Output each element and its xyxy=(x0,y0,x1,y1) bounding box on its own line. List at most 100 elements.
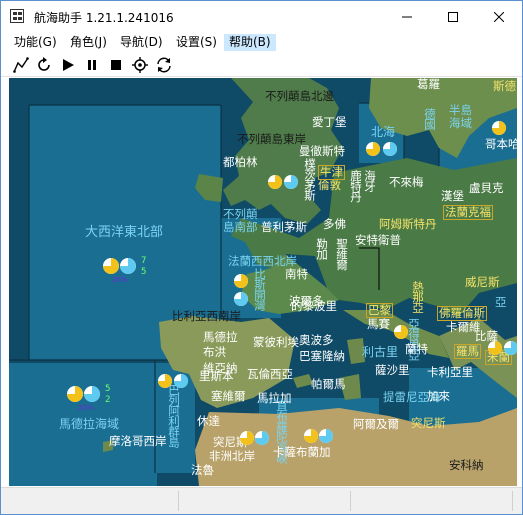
port-north-africa: 卡薩布蘭加 xyxy=(273,445,331,459)
port-dublin: 都柏林 xyxy=(223,155,258,169)
port-goteborg: 葛羅 xyxy=(417,78,440,91)
status-cell-2 xyxy=(181,491,351,511)
port-madeira: 摩洛哥西岸 xyxy=(109,434,167,448)
port-hague: 海牙 xyxy=(363,170,377,191)
port-palma: 帕爾馬 xyxy=(311,377,346,391)
port-le-havre: 勒加 xyxy=(315,238,329,259)
port-plymouth: 普利茅斯 xyxy=(261,220,307,234)
refresh-icon[interactable] xyxy=(34,55,54,75)
area-ligurian: 利古里 xyxy=(362,345,399,359)
close-icon xyxy=(494,11,504,22)
port-porto: 維亞納 xyxy=(203,361,238,375)
port-viana: 布洪 xyxy=(203,345,226,359)
port-frankfurt: 法蘭克福 xyxy=(443,205,493,220)
port-naples: 加來 xyxy=(427,389,450,403)
menu-navigation[interactable]: 导航(D) xyxy=(115,34,168,51)
gauge-madeira-pct: 20% xyxy=(78,404,94,412)
app-window: 航海助手 1.21.1.241016 功能(G) 角色(J) 导航(D) 设置(… xyxy=(0,0,523,515)
port-saint: 的黎波里 xyxy=(291,299,337,313)
port-ceuta: 突尼斯 xyxy=(213,435,248,449)
area-balearic: 巴列阿利群島 xyxy=(167,384,181,447)
minimize-button[interactable] xyxy=(384,1,430,32)
status-bar xyxy=(1,487,522,514)
port-amsterdam: 阿姆斯特丹 xyxy=(379,217,437,231)
menu-character[interactable]: 角色(J) xyxy=(65,34,112,51)
window-title: 航海助手 1.21.1.241016 xyxy=(34,11,174,25)
status-cell-3 xyxy=(353,491,513,511)
gauge-ne-atlantic-top: 7 xyxy=(141,256,147,266)
port-buhon: 馬德拉 xyxy=(203,330,238,344)
port-tunis: 突尼斯 xyxy=(411,416,446,430)
area-east-med: 亞 xyxy=(495,295,507,309)
area-iberia-west: 比利亞西南岸 xyxy=(172,309,241,323)
play-icon[interactable] xyxy=(58,55,78,75)
port-calvi: 蘭特 xyxy=(405,342,428,356)
port-milan: 米蘭 xyxy=(485,350,512,365)
port-genoa: 熱那亞 xyxy=(411,281,425,313)
area-biscay-south: 比斯開灣 xyxy=(253,268,267,310)
port-tripoli: 安科納 xyxy=(449,458,484,472)
area-britain-north: 不列顛島北邊 xyxy=(265,89,334,103)
maximize-button[interactable] xyxy=(430,1,476,32)
pause-icon[interactable] xyxy=(82,55,102,75)
port-valencia: 瓦倫西亞 xyxy=(247,367,293,381)
gauge-madeira-top: 5 xyxy=(105,384,111,394)
maximize-icon xyxy=(448,11,458,22)
port-dover: 多佛 xyxy=(323,217,346,231)
sync-icon[interactable] xyxy=(154,55,174,75)
port-nantes: 南特 xyxy=(285,267,308,281)
close-button[interactable] xyxy=(476,1,522,32)
port-oxford: 牛津 xyxy=(318,165,345,180)
port-rome: 羅馬 xyxy=(454,344,481,359)
port-venice: 威尼斯 xyxy=(465,275,500,289)
port-lante: 蒙彼利埃 xyxy=(253,335,299,349)
menu-settings[interactable]: 设置(S) xyxy=(171,34,222,51)
status-cell-1 xyxy=(9,491,179,511)
port-morocco-west: 非洲北岸 xyxy=(209,449,255,463)
port-seville: 塞維爾 xyxy=(211,389,246,403)
gauge-madeira-bottom: 2 xyxy=(105,395,111,405)
port-manchester: 曼徹斯特 xyxy=(299,144,345,158)
port-stockholm: 斯德 xyxy=(493,79,516,93)
toolbar xyxy=(1,52,522,77)
area-ne-atlantic: 大西洋東北部 xyxy=(85,225,164,240)
port-malaga: 馬拉加 xyxy=(257,391,292,405)
port-barcelona: 巴塞隆納 xyxy=(299,349,345,363)
port-bremen: 不來梅 xyxy=(389,175,424,189)
area-madeira: 馬德拉海域 xyxy=(59,417,120,431)
port-hamburg: 漢堡 xyxy=(441,189,464,203)
port-algiers: 阿爾及爾 xyxy=(353,417,399,431)
port-cagliari: 卡利亞里 xyxy=(427,365,473,379)
stop-icon[interactable] xyxy=(106,55,126,75)
port-sassari: 薩沙里 xyxy=(375,363,410,377)
gauge-ne-atlantic-pct: 20% xyxy=(112,276,128,284)
port-ancona: 比薩 xyxy=(475,329,498,343)
port-london: 倫敦 xyxy=(318,178,341,192)
locate-icon[interactable] xyxy=(130,55,150,75)
port-copenhagen: 哥本哈根 xyxy=(485,137,517,151)
area-germany: 德國 xyxy=(423,108,437,129)
app-icon xyxy=(10,9,24,23)
port-calais: 聖維爾 xyxy=(335,238,349,270)
area-ireland-south: 不列顛島南部 xyxy=(223,207,258,234)
port-florence: 佛羅倫斯 xyxy=(437,306,487,321)
sea-map[interactable]: 大西洋東北部 馬德拉海域 北海 法蘭西西北岸 比斯開灣 不列顛島南部 不列顛島北… xyxy=(9,78,517,486)
port-paris: 巴黎 xyxy=(366,303,393,318)
route-icon[interactable] xyxy=(11,55,31,75)
area-peninsula: 半島海域 xyxy=(449,103,472,130)
area-north-sea: 北海 xyxy=(371,125,396,139)
port-rotterdam: 鹿特丹 xyxy=(349,170,363,202)
menu-bar: 功能(G) 角色(J) 导航(D) 设置(S) 帮助(B) xyxy=(1,32,522,52)
port-antwerp: 安特衛普 xyxy=(355,233,401,247)
area-britain-east: 不列顛島東岸 xyxy=(237,132,306,146)
title-bar[interactable]: 航海助手 1.21.1.241016 xyxy=(1,1,522,32)
port-faro: 休達 xyxy=(197,414,220,428)
minimize-icon xyxy=(402,16,412,17)
menu-help[interactable]: 帮助(B) xyxy=(224,34,276,51)
port-montpellier: 奧波多 xyxy=(299,333,334,347)
port-casablanca: 法魯 xyxy=(191,463,214,477)
port-lubeck: 盧貝克 xyxy=(469,181,504,195)
port-portsmouth: 樸茨茅斯 xyxy=(303,158,317,200)
port-edinburgh: 愛丁堡 xyxy=(312,115,347,129)
menu-function[interactable]: 功能(G) xyxy=(9,34,62,51)
